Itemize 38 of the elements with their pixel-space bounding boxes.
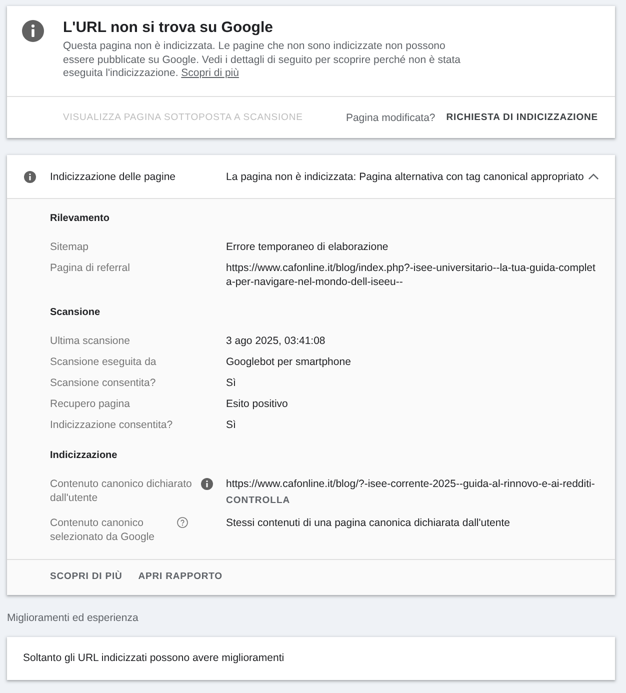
field-value: Errore temporaneo di elaborazione — [226, 240, 388, 254]
field-value: https://www.cafonline.it/blog/?-isee-corrente-2025--guida-al-rinnovo-e-ai-redditi- — [226, 477, 595, 491]
panel-link-button[interactable]: SCOPRI DI PIÙ — [42, 565, 130, 589]
status-description: Questa pagina non è indicizzata. Le pagine che non sono indicizzate non possono essere pubblicate su Google. Vedi i dettagli di seguito per scoprire perché non è stata eseguita l'indicizzazione. Scopri di più — [63, 40, 462, 80]
learn-more-link[interactable]: Scopri di più — [181, 67, 239, 79]
field-label: Pagina di referral — [50, 262, 130, 274]
field-label: Scansione eseguita da — [50, 356, 156, 368]
status-title: L'URL non si trova su Google — [63, 19, 273, 37]
field-label: Indicizzazione consentita? — [50, 419, 173, 431]
field-label: Sitemap — [50, 241, 89, 253]
chevron-up-icon — [588, 173, 599, 180]
info-icon — [24, 170, 36, 182]
field-label: Ultima scansione — [50, 335, 130, 347]
check-button[interactable]: CONTROLLA — [226, 493, 290, 509]
field-value: Stessi contenuti di una pagina canonica dichiarata dall'utente — [226, 516, 510, 530]
section-heading: Scansione — [50, 306, 100, 320]
field-value: Sì — [226, 376, 236, 390]
page-changed-prompt: Pagina modificata? — [346, 110, 436, 124]
field-label: Recupero pagina — [50, 398, 130, 410]
panel-title: Indicizzazione delle pagine — [50, 170, 176, 182]
field-value: Googlebot per smartphone — [226, 355, 351, 369]
field-value: 3 ago 2025, 03:41:08 — [226, 334, 326, 348]
info-icon — [22, 20, 44, 42]
section-heading: Miglioramenti ed esperienza — [7, 610, 138, 624]
field-label: Scansione consentita? — [50, 377, 156, 389]
info-icon[interactable] — [201, 478, 213, 490]
field-label: Contenuto canonico dichiarato dall'utente — [50, 478, 192, 504]
field-value: Sì — [226, 418, 236, 432]
panel-link-button[interactable]: APRI RAPPORTO — [130, 565, 230, 589]
field-label: Contenuto canonico selezionato da Google — [50, 517, 154, 543]
request-indexing-button[interactable]: RICHIESTA DI INDICIZZAZIONE — [438, 104, 606, 130]
enhancements-message: Soltanto gli URL indicizzati possono avere miglioramenti — [23, 651, 284, 665]
field-value: Esito positivo — [226, 397, 288, 411]
help-icon[interactable] — [177, 517, 188, 528]
field-value: https://www.cafonline.it/blog/index.php?-isee-universitario--la-tua-guida-completa-per-navigare-nel-mondo-dell-iseeu-- — [226, 261, 596, 289]
section-heading: Rilevamento — [50, 212, 110, 226]
section-heading: Indicizzazione — [50, 449, 118, 463]
indexing-status: La pagina non è indicizzata: Pagina alternativa con tag canonical appropriato — [226, 170, 584, 184]
